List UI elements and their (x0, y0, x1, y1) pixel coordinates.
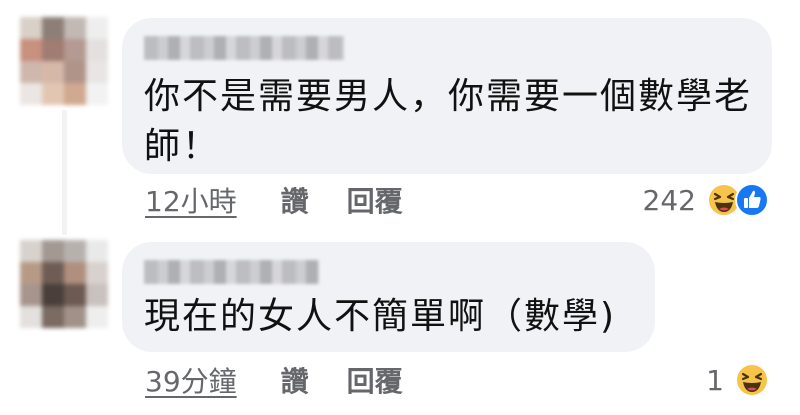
comment-text: 你不是需要男人，你需要一個數學老師！ (144, 76, 753, 167)
reaction-summary[interactable]: 242 (643, 182, 770, 218)
reaction-summary[interactable]: 1 (706, 362, 770, 398)
timestamp-link[interactable]: 12小時 (145, 180, 237, 220)
commenter-name-redacted[interactable] (144, 36, 344, 60)
reply-button[interactable]: 回覆 (347, 180, 403, 220)
reaction-count: 242 (642, 183, 696, 217)
thread-line (62, 110, 67, 235)
comment-actions: 39分鐘 讚 回覆 (145, 360, 441, 400)
comment-text: 現在的女人不簡單啊（數學) (144, 296, 617, 337)
comment-2: 現在的女人不簡單啊（數學) 39分鐘 讚 回覆 1 (0, 235, 800, 415)
haha-icon (734, 362, 770, 398)
comment-bubble: 現在的女人不簡單啊（數學) (122, 242, 655, 352)
like-icon (734, 182, 770, 218)
commenter-name-redacted[interactable] (144, 260, 319, 284)
timestamp-link[interactable]: 39分鐘 (145, 360, 237, 400)
avatar[interactable] (20, 17, 108, 105)
comment-bubble: 你不是需要男人，你需要一個數學老師！ (122, 18, 772, 174)
comment-actions: 12小時 讚 回覆 (145, 180, 441, 220)
reaction-count: 1 (706, 363, 724, 397)
like-button[interactable]: 讚 (281, 360, 309, 400)
like-button[interactable]: 讚 (281, 180, 309, 220)
comment-1: 你不是需要男人，你需要一個數學老師！ 12小時 讚 回覆 242 (0, 0, 800, 235)
avatar[interactable] (20, 240, 108, 328)
reply-button[interactable]: 回覆 (347, 360, 403, 400)
